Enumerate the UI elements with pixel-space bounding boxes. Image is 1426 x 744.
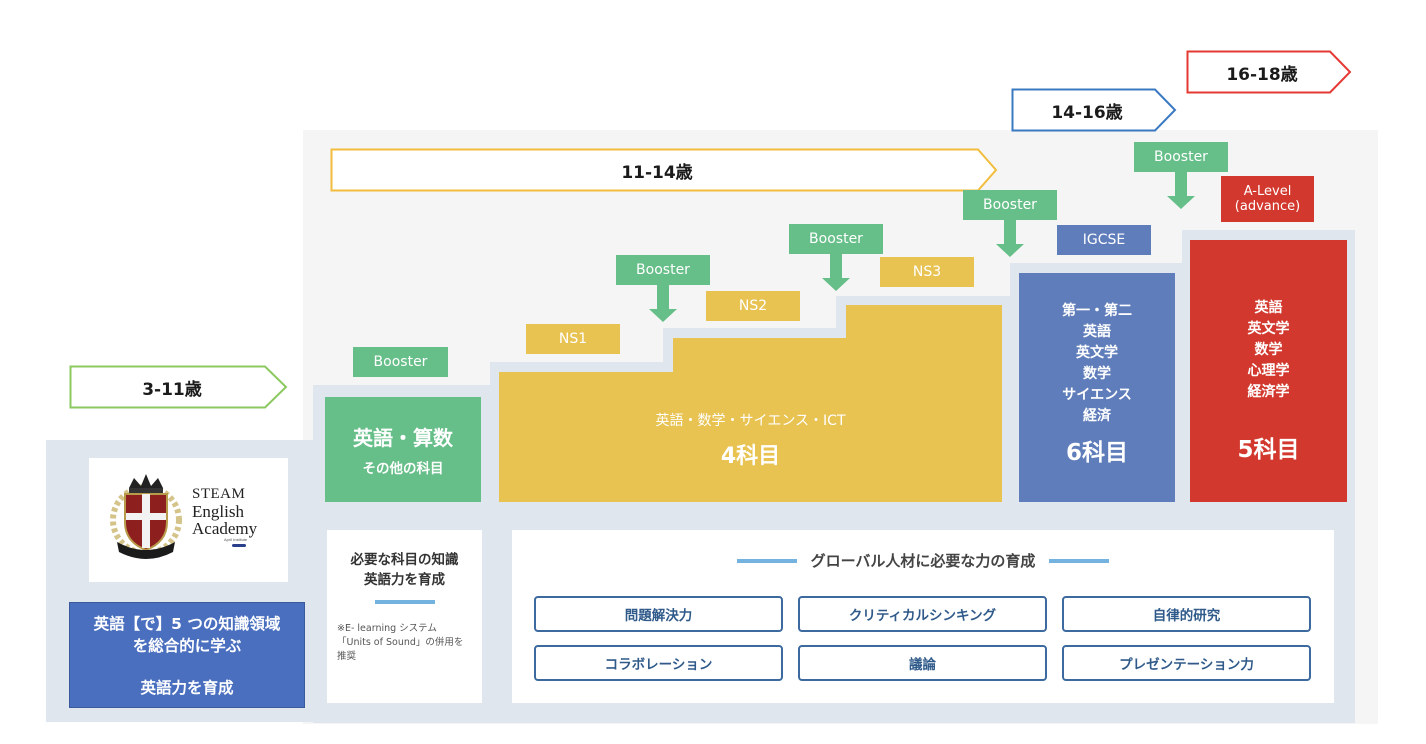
igcse-subject: 英語: [1083, 324, 1111, 340]
left-info-box: 英語【で】5 つの知識領域 を総合的に学ぶ 英語力を育成: [69, 602, 305, 708]
left-info-line-3: 英語力を育成: [140, 679, 234, 697]
age-arrow-11-14: 11-14歳: [330, 148, 998, 192]
age-label: 11-14歳: [621, 162, 693, 183]
divider: [736, 558, 797, 563]
booster-label: Booster: [1134, 142, 1228, 172]
age-arrow-16-18: 16-18歳: [1186, 50, 1352, 94]
down-arrow-icon: [822, 254, 850, 291]
alevel-subject: 心理学: [1247, 363, 1290, 379]
age-label: 16-18歳: [1226, 64, 1298, 85]
logo-line-2: English: [192, 502, 244, 521]
primary-title: 英語・算数: [353, 426, 453, 450]
down-arrow-icon: [996, 220, 1024, 257]
skill-presentation: プレゼンテーション力: [1062, 645, 1311, 681]
global-skills-box: グローバル人材に必要な力の育成 問題解決力 クリティカルシンキング 自律的研究 …: [512, 530, 1334, 703]
knowledge-note-3: 推奨: [337, 651, 357, 662]
left-info-line-2: を総合的に学ぶ: [132, 637, 242, 655]
booster-label: Booster: [616, 255, 710, 285]
booster-label: Booster: [963, 190, 1057, 220]
knowledge-note-2: 「Units of Sound」の併用を: [337, 637, 464, 648]
booster-label: Booster: [353, 347, 448, 377]
global-skills-title: グローバル人材に必要な力の育成: [810, 552, 1036, 570]
knowledge-title-1: 必要な科目の知識: [350, 552, 459, 568]
age-label: 3-11歳: [142, 379, 202, 400]
level-ns3: NS3: [880, 257, 974, 287]
igcse-subject: サイエンス: [1062, 387, 1132, 403]
skill-critical-thinking: クリティカルシンキング: [798, 596, 1047, 632]
age-label: 14-16歳: [1051, 102, 1123, 123]
booster-label: Booster: [789, 224, 883, 254]
igcse-count: 6科目: [1065, 440, 1128, 466]
igcse-subject: 英文学: [1076, 345, 1118, 361]
age-arrow-14-16: 14-16歳: [1011, 88, 1177, 132]
igcse-subjects-block: 第一・第二 英語 英文学 数学 サイエンス 経済 6科目: [1019, 273, 1175, 502]
skill-independent-research: 自律的研究: [1062, 596, 1311, 632]
alevel-line-1: A-Level: [1243, 184, 1292, 199]
skill-collaboration: コラボレーション: [534, 645, 783, 681]
secondary-subjects-text: 英語・数学・サイエンス・ICT 4科目: [499, 400, 1002, 480]
igcse-subject: 第一・第二: [1062, 303, 1132, 319]
down-arrow-icon: [649, 285, 677, 322]
down-arrow-icon: [1167, 172, 1195, 209]
logo-line-1: STEAM: [192, 486, 246, 502]
logo-sub-badge: [232, 544, 246, 547]
secondary-subjects: 英語・数学・サイエンス・ICT: [655, 413, 846, 429]
primary-subjects-block: 英語・算数 その他の科目: [325, 397, 481, 502]
secondary-count: 4科目: [720, 444, 781, 469]
alevel-line-2: (advance): [1234, 199, 1301, 214]
skill-problem-solving: 問題解決力: [534, 596, 783, 632]
igcse-subject: 経済: [1083, 408, 1111, 424]
age-arrow-3-11: 3-11歳: [69, 365, 289, 409]
crest-icon: [110, 474, 182, 559]
primary-sub: その他の科目: [362, 461, 444, 477]
alevel-subject: 数学: [1254, 342, 1283, 358]
divider: [1049, 558, 1110, 563]
level-ns2: NS2: [706, 291, 800, 321]
knowledge-title-2: 英語力を育成: [364, 572, 445, 588]
knowledge-note-1: ※E- learning システム: [337, 623, 437, 634]
divider: [374, 600, 435, 604]
alevel-subject: 英語: [1254, 300, 1283, 316]
alevel-count: 5科目: [1237, 437, 1300, 463]
level-alevel: A-Level (advance): [1221, 176, 1314, 222]
logo: STEAM English Academy April Institute: [89, 458, 288, 582]
alevel-subject: 英文学: [1247, 321, 1290, 337]
left-info-line-1: 英語【で】5 つの知識領域: [93, 615, 281, 633]
knowledge-box: 必要な科目の知識 英語力を育成 ※E- learning システム 「Units…: [327, 530, 482, 703]
logo-line-3: Academy: [192, 519, 258, 538]
level-igcse: IGCSE: [1057, 225, 1151, 255]
alevel-subject: 経済学: [1247, 384, 1290, 400]
skill-discussion: 議論: [798, 645, 1047, 681]
level-ns1: NS1: [526, 324, 620, 354]
igcse-subject: 数学: [1083, 366, 1111, 382]
alevel-subjects-block: 英語 英文学 数学 心理学 経済学 5科目: [1190, 240, 1347, 502]
